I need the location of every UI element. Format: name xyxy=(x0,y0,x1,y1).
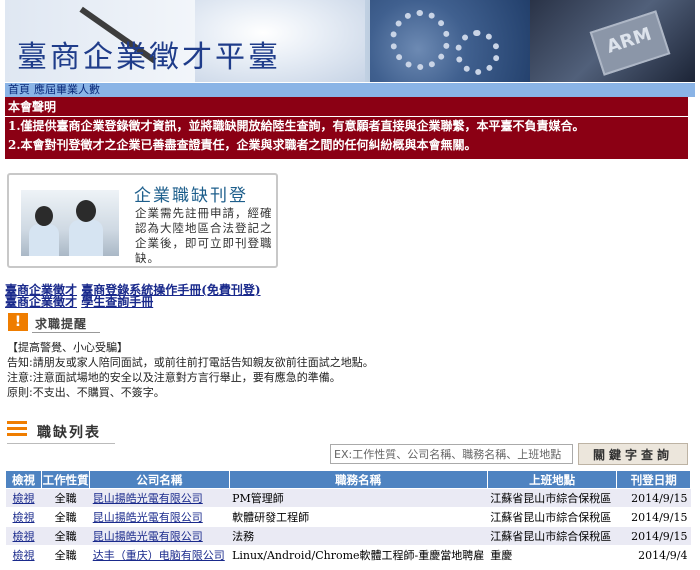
post-date: 2014/9/15 xyxy=(616,507,691,527)
table-row: 檢視 全職 昆山揚皓光電有限公司 PM管理師 江蘇省昆山市綜合保稅區 2014/… xyxy=(5,488,691,508)
nav-home[interactable]: 首頁 xyxy=(8,83,30,96)
tips-line: 【提高警覺、小心受騙】 xyxy=(7,341,128,354)
job-list-title: 職缺列表 xyxy=(37,425,101,441)
job-position: PM管理師 xyxy=(229,488,488,508)
col-location: 上班地點 xyxy=(486,470,618,489)
notice-line-2: 2.本會對刊登徵才之企業已善盡查證責任，企業與求職者之間的任何糾紛概與本會無關。 xyxy=(8,138,477,152)
view-link[interactable]: 檢視 xyxy=(13,511,35,524)
job-location: 江蘇省昆山市綜合保稅區 xyxy=(487,526,617,546)
col-date: 刊登日期 xyxy=(616,470,691,489)
list-icon xyxy=(7,419,27,439)
post-date: 2014/9/15 xyxy=(616,526,691,546)
company-link[interactable]: 昆山揚皓光電有限公司 xyxy=(93,530,203,543)
job-position: Linux/Android/Chrome軟體工程師-重慶當地聘雇 xyxy=(229,545,488,565)
tips-title: 求職提醒 xyxy=(35,317,88,331)
job-type: 全職 xyxy=(41,488,90,508)
col-type: 工作性質 xyxy=(41,470,91,489)
job-table: 檢視 工作性質 公司名稱 職務名稱 上班地點 刊登日期 檢視 全職 昆山揚皓光電… xyxy=(4,470,691,565)
view-link[interactable]: 檢視 xyxy=(13,549,35,562)
job-list-header: 職缺列表 xyxy=(7,419,127,444)
nav-graduates[interactable]: 應屆畢業人數 xyxy=(34,83,100,96)
notice-header: 本會聲明 xyxy=(5,97,688,117)
manual-links: 臺商企業徵才 臺商登錄系統操作手冊(免費刊登) 臺商企業徵才 學生查詢手冊 xyxy=(5,284,261,308)
tips-body: 【提高警覺、小心受騙】 告知:請朋友或家人陪同面試，或前往前打電話告知親友欲前往… xyxy=(7,340,374,400)
post-date: 2014/9/4 xyxy=(616,545,691,565)
job-location: 重慶 xyxy=(487,545,617,565)
company-link[interactable]: 昆山揚皓光電有限公司 xyxy=(93,511,203,524)
col-position: 職務名稱 xyxy=(228,470,488,489)
post-job-card[interactable]: 企業職缺刊登 企業需先註冊申請，經確認為大陸地區合法登記之企業後，即可立即刊登職… xyxy=(7,173,278,268)
nav-bar: 首頁 應屆畢業人數 xyxy=(5,83,695,97)
students-image xyxy=(21,190,119,256)
post-job-title[interactable]: 企業職缺刊登 xyxy=(134,181,248,206)
tips-line: 告知:請朋友或家人陪同面試，或前往前打電話告知親友欲前往面試之地點。 xyxy=(7,356,374,369)
tips-line: 原則:不支出、不購買、不簽字。 xyxy=(7,386,165,399)
table-row: 檢視 全職 昆山揚皓光電有限公司 法務 江蘇省昆山市綜合保稅區 2014/9/1… xyxy=(5,526,691,546)
header-banner: ARM 臺商企業徵才平臺 xyxy=(5,0,695,82)
notice-line-1: 1.僅提供臺商企業登錄徵才資訊，並將職缺開放給陸生查詢，有意願者直接與企業聯繫，… xyxy=(8,119,585,133)
job-location: 江蘇省昆山市綜合保稅區 xyxy=(487,488,617,508)
warning-icon: ! xyxy=(8,313,28,331)
col-view: 檢視 xyxy=(4,470,43,489)
tips-line: 注意:注意面試場地的安全以及注意對方言行舉止，要有應急的準備。 xyxy=(7,371,341,384)
col-company: 公司名稱 xyxy=(89,470,230,489)
post-job-description: 企業需先註冊申請，經確認為大陸地區合法登記之企業後，即可立即刊登職缺。 xyxy=(135,206,273,265)
table-row: 檢視 全職 昆山揚皓光電有限公司 軟體研發工程師 江蘇省昆山市綜合保稅區 201… xyxy=(5,507,691,527)
company-link[interactable]: 达丰（重庆）电脑有限公司 xyxy=(93,549,225,562)
post-date: 2014/9/15 xyxy=(616,488,691,508)
table-row: 檢視 全職 达丰（重庆）电脑有限公司 Linux/Android/Chrome軟… xyxy=(5,545,691,565)
job-type: 全職 xyxy=(41,507,90,527)
banner-photo-gears xyxy=(370,0,530,82)
job-position: 軟體研發工程師 xyxy=(229,507,488,527)
site-title: 臺商企業徵才平臺 xyxy=(17,40,281,75)
link-student-manual[interactable]: 學生查詢手冊 xyxy=(81,295,153,309)
job-type: 全職 xyxy=(41,526,90,546)
link-company-recruit-2[interactable]: 臺商企業徵才 xyxy=(5,295,77,309)
company-link[interactable]: 昆山揚皓光電有限公司 xyxy=(93,492,203,505)
view-link[interactable]: 檢視 xyxy=(13,530,35,543)
job-position: 法務 xyxy=(229,526,488,546)
table-header-row: 檢視 工作性質 公司名稱 職務名稱 上班地點 刊登日期 xyxy=(4,470,691,489)
job-type: 全職 xyxy=(41,545,90,565)
job-location: 江蘇省昆山市綜合保稅區 xyxy=(487,507,617,527)
notice-panel: 本會聲明 1.僅提供臺商企業登錄徵才資訊，並將職缺開放給陸生查詢，有意願者直接與… xyxy=(5,97,688,159)
keyword-search-input[interactable] xyxy=(330,444,573,464)
keyword-search-button[interactable]: 關鍵字查詢 xyxy=(578,443,688,465)
job-list-divider xyxy=(7,443,115,444)
view-link[interactable]: 檢視 xyxy=(13,492,35,505)
tips-divider xyxy=(32,332,100,333)
